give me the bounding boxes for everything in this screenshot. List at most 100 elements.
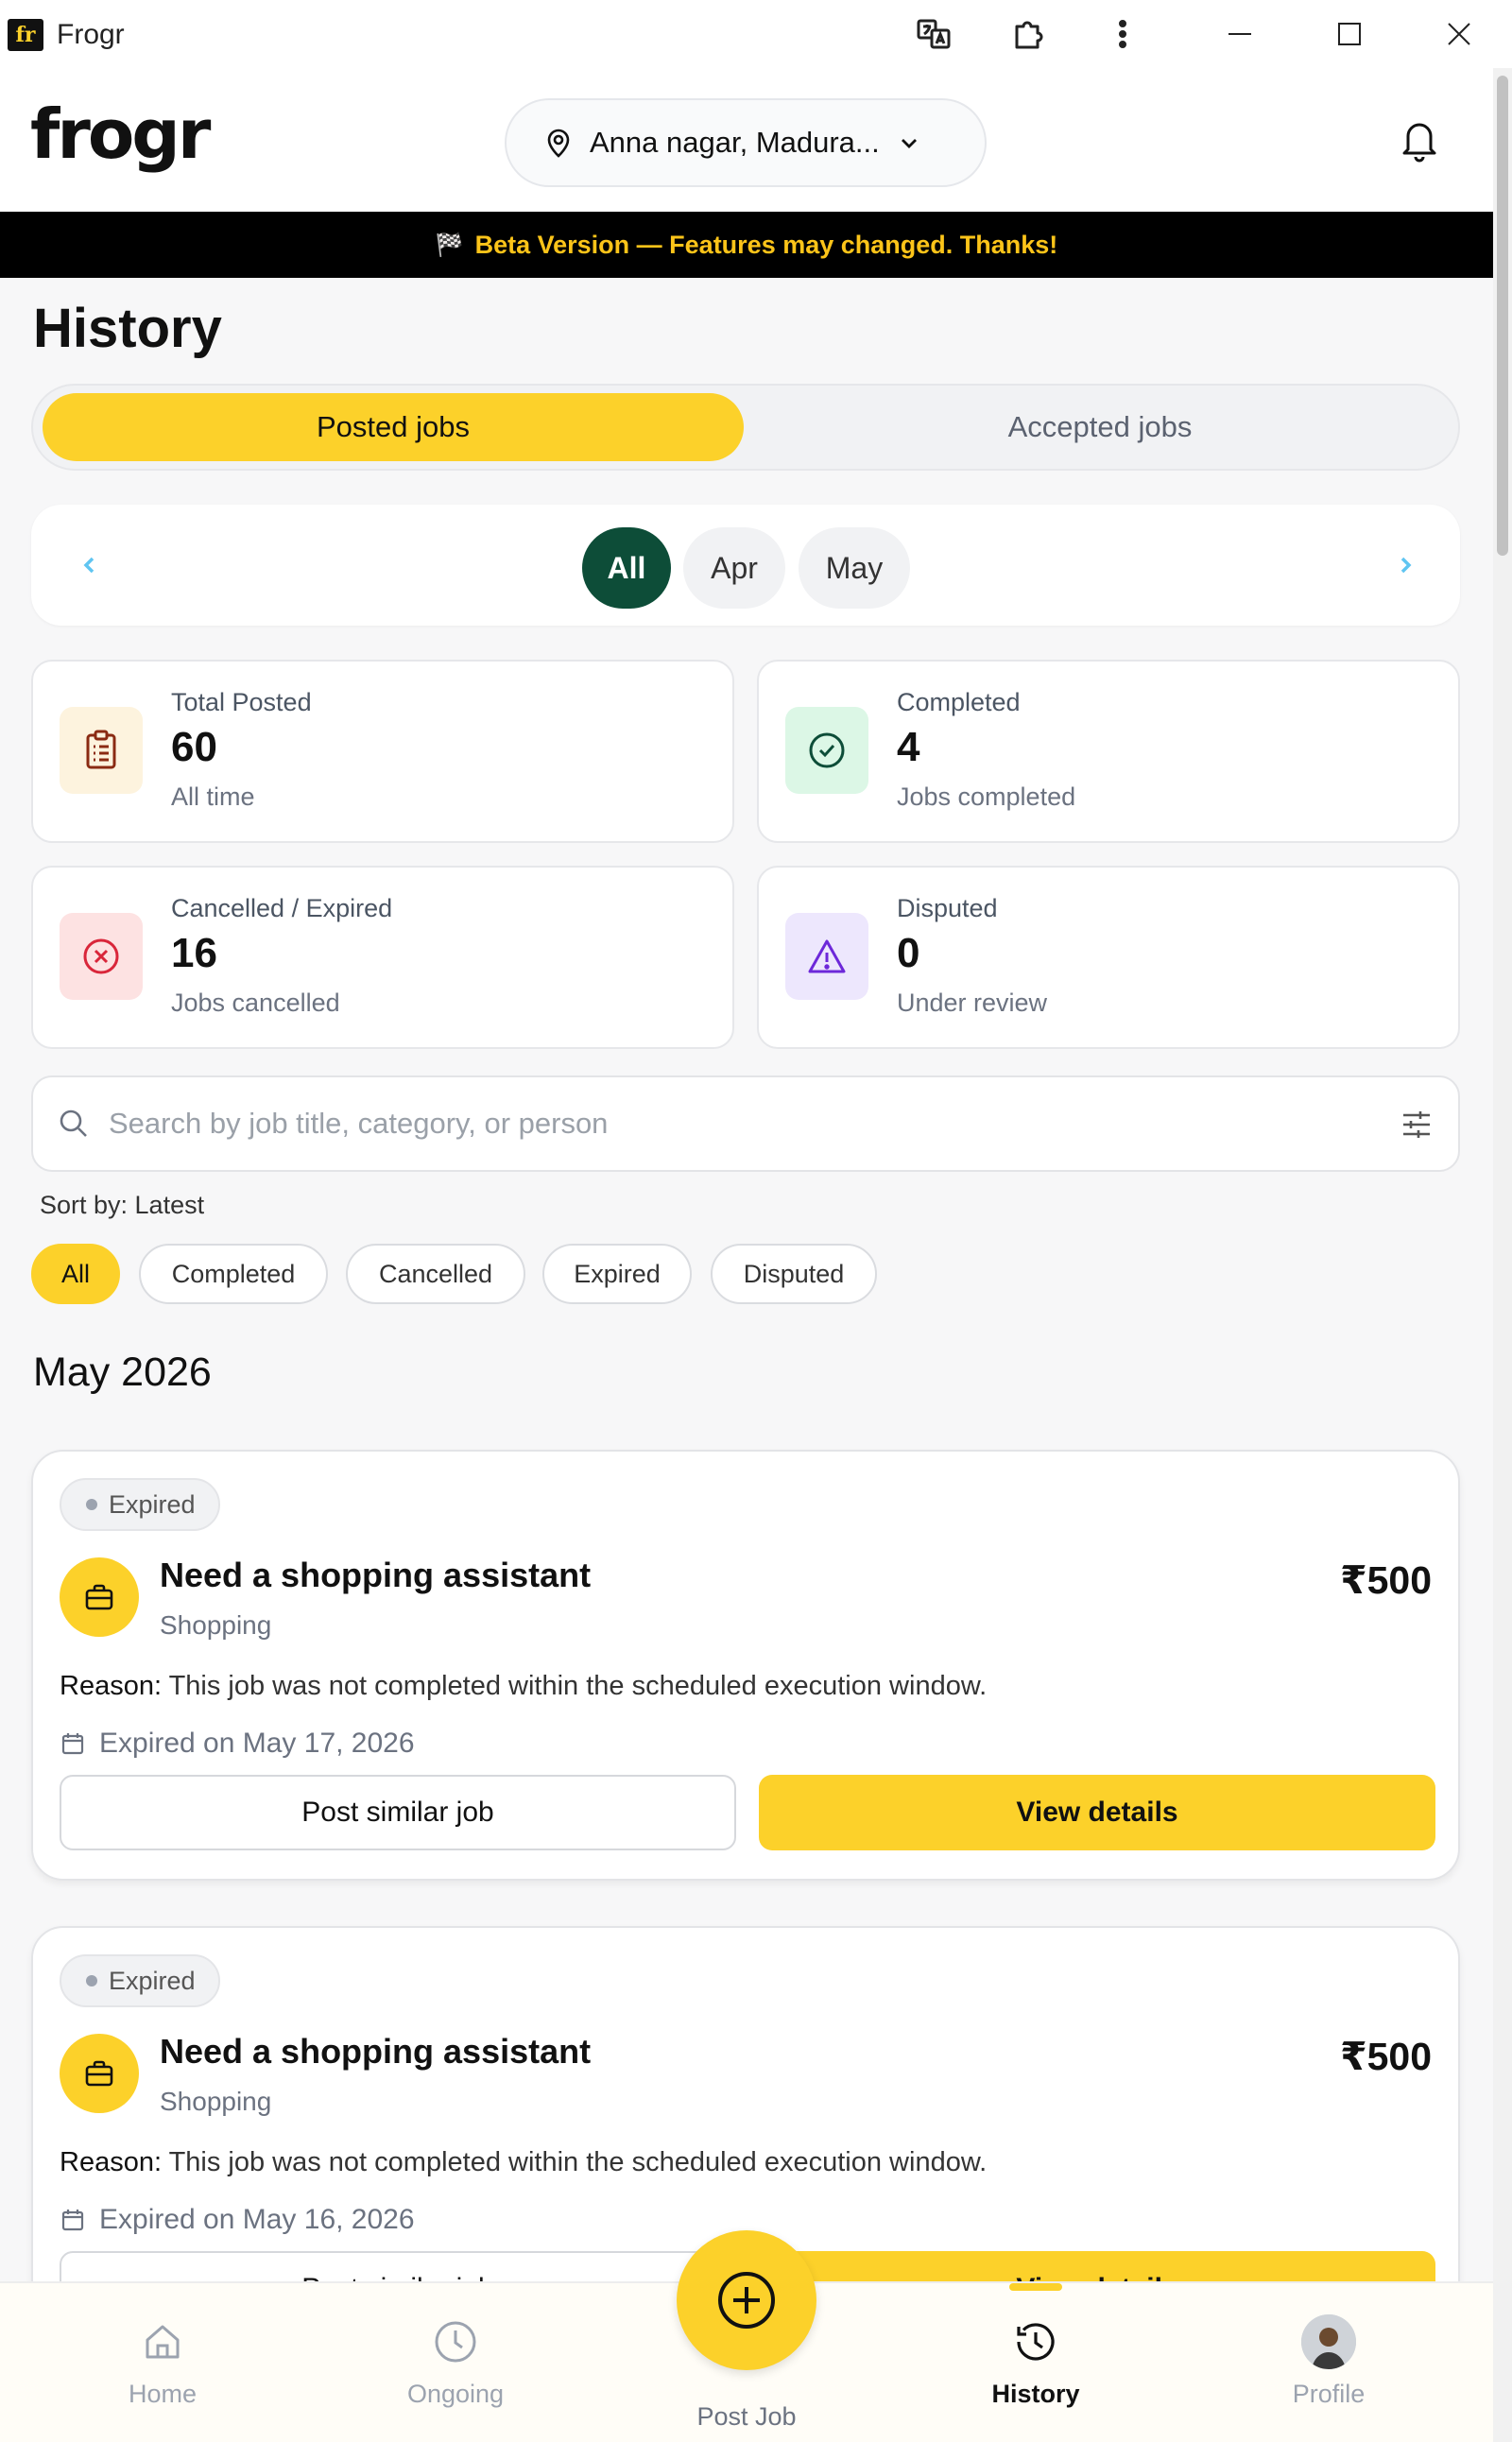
- job-expiry: Expired on May 17, 2026: [60, 1728, 415, 1760]
- filter-chip-all[interactable]: All: [31, 1244, 120, 1304]
- job-reason: Reason: This job was not completed withi…: [60, 1671, 987, 1702]
- sort-by-label[interactable]: Sort by: Latest: [40, 1191, 204, 1220]
- check-circle-icon: [785, 707, 868, 794]
- extensions-icon[interactable]: [1002, 9, 1055, 59]
- stat-card-completed[interactable]: Completed 4 Jobs completed: [757, 660, 1460, 843]
- window-title: Frogr: [57, 19, 125, 50]
- expiry-text: Expired on May 16, 2026: [99, 2204, 415, 2235]
- expiry-text: Expired on May 17, 2026: [99, 1728, 415, 1759]
- status-dot: [86, 1975, 97, 1986]
- briefcase-icon: [60, 1557, 139, 1637]
- stat-sub: All time: [171, 782, 255, 811]
- nav-profile[interactable]: Profile: [1215, 2283, 1442, 2442]
- search-input[interactable]: [109, 1107, 1337, 1141]
- main-content[interactable]: History Posted jobs Accepted jobs All Ap…: [0, 278, 1493, 2281]
- minimize-icon[interactable]: [1213, 9, 1266, 59]
- location-text: Anna nagar, Madura...: [590, 126, 880, 159]
- search-icon: [60, 1109, 87, 1137]
- plus-circle-icon: [718, 2272, 775, 2329]
- stat-card-cancelled[interactable]: Cancelled / Expired 16 Jobs cancelled: [31, 866, 734, 1049]
- filter-chip-completed[interactable]: Completed: [139, 1244, 328, 1304]
- flag-icon: 🏁: [435, 232, 464, 258]
- stat-value: 60: [171, 724, 217, 770]
- stat-label: Disputed: [897, 894, 998, 922]
- frogr-logo[interactable]: frogr: [30, 95, 211, 174]
- stat-label: Total Posted: [171, 688, 312, 716]
- job-price: ₹500: [1340, 1558, 1432, 1602]
- page-title: History: [33, 298, 222, 359]
- location-pin-icon: [547, 129, 570, 158]
- month-chip-apr[interactable]: Apr: [683, 527, 785, 609]
- beta-banner: 🏁 Beta Version — Features may changed. T…: [0, 212, 1493, 278]
- stat-sub: Jobs cancelled: [171, 989, 340, 1017]
- app-icon: fr: [8, 19, 43, 51]
- more-vertical-icon[interactable]: [1096, 9, 1149, 59]
- history-icon: [1011, 2313, 1060, 2370]
- maximize-icon[interactable]: [1323, 9, 1376, 59]
- month-next-button[interactable]: [1383, 542, 1428, 588]
- reason-text: This job was not completed within the sc…: [168, 1671, 988, 1701]
- post-similar-job-button[interactable]: Post similar job: [60, 1775, 736, 1850]
- filter-chip-disputed[interactable]: Disputed: [711, 1244, 877, 1304]
- bell-icon: [1402, 123, 1436, 163]
- nav-home[interactable]: Home: [49, 2283, 276, 2442]
- stat-value: 0: [897, 930, 920, 976]
- status-badge: Expired: [60, 1478, 220, 1531]
- job-expiry: Expired on May 16, 2026: [60, 2204, 415, 2236]
- job-category: Shopping: [160, 2087, 272, 2116]
- filter-chip-expired[interactable]: Expired: [542, 1244, 692, 1304]
- reason-text: This job was not completed within the sc…: [168, 2147, 988, 2177]
- view-details-button[interactable]: View details: [759, 2251, 1435, 2281]
- tab-posted-jobs[interactable]: Posted jobs: [43, 393, 744, 461]
- calendar-icon: [61, 2210, 84, 2231]
- status-badge: Expired: [60, 1954, 220, 2007]
- status-dot: [86, 1499, 97, 1510]
- nav-label: Home: [128, 2380, 198, 2408]
- month-chip-all[interactable]: All: [582, 527, 671, 609]
- logo-text: frogr: [30, 95, 211, 174]
- status-text: Expired: [109, 1489, 196, 1519]
- job-title: Need a shopping assistant: [160, 1556, 592, 1594]
- nav-history[interactable]: History: [922, 2283, 1149, 2442]
- nav-label: History: [991, 2380, 1080, 2408]
- month-group-heading: May 2026: [33, 1350, 212, 1395]
- stat-value: 16: [171, 930, 217, 976]
- stat-label: Completed: [897, 688, 1021, 716]
- close-icon[interactable]: [1433, 9, 1486, 59]
- location-selector[interactable]: Anna nagar, Madura...: [505, 98, 987, 187]
- x-circle-icon: [60, 913, 143, 1000]
- nav-ongoing[interactable]: Ongoing: [342, 2283, 569, 2442]
- jobs-segmented-control: Posted jobs Accepted jobs: [31, 384, 1460, 471]
- notification-bell-button[interactable]: [1399, 117, 1440, 167]
- home-icon: [140, 2313, 185, 2370]
- filter-settings-button[interactable]: [1400, 1108, 1434, 1146]
- stat-card-disputed[interactable]: Disputed 0 Under review: [757, 866, 1460, 1049]
- stat-sub: Jobs completed: [897, 782, 1076, 811]
- filter-chip-cancelled[interactable]: Cancelled: [346, 1244, 525, 1304]
- reason-label: Reason:: [60, 1671, 163, 1701]
- month-prev-button[interactable]: [67, 542, 112, 588]
- view-details-button[interactable]: View details: [759, 1775, 1435, 1850]
- month-chip-may[interactable]: May: [799, 527, 910, 609]
- reason-label: Reason:: [60, 2147, 163, 2177]
- post-job-label: Post Job: [696, 2402, 797, 2431]
- search-bar: [31, 1075, 1460, 1172]
- job-category: Shopping: [160, 1610, 272, 1640]
- tab-accepted-jobs[interactable]: Accepted jobs: [749, 393, 1451, 461]
- job-title: Need a shopping assistant: [160, 2032, 592, 2071]
- nav-label: Ongoing: [406, 2380, 505, 2408]
- clipboard-icon: [60, 707, 143, 794]
- avatar: [1301, 2314, 1356, 2369]
- scrollbar-thumb[interactable]: [1497, 76, 1508, 556]
- post-job-button[interactable]: [677, 2230, 816, 2370]
- beta-banner-text: Beta Version — Features may changed. Tha…: [474, 230, 1058, 259]
- translate-icon[interactable]: [907, 9, 960, 59]
- job-card[interactable]: Expired Need a shopping assistant Shoppi…: [31, 1450, 1460, 1881]
- stat-label: Cancelled / Expired: [171, 894, 393, 922]
- job-reason: Reason: This job was not completed withi…: [60, 2147, 987, 2178]
- stat-card-total-posted[interactable]: Total Posted 60 All time: [31, 660, 734, 843]
- stat-sub: Under review: [897, 989, 1048, 1017]
- job-card[interactable]: Expired Need a shopping assistant Shoppi…: [31, 1926, 1460, 2281]
- post-similar-job-button[interactable]: Post similar job: [60, 2251, 736, 2281]
- briefcase-icon: [60, 2034, 139, 2113]
